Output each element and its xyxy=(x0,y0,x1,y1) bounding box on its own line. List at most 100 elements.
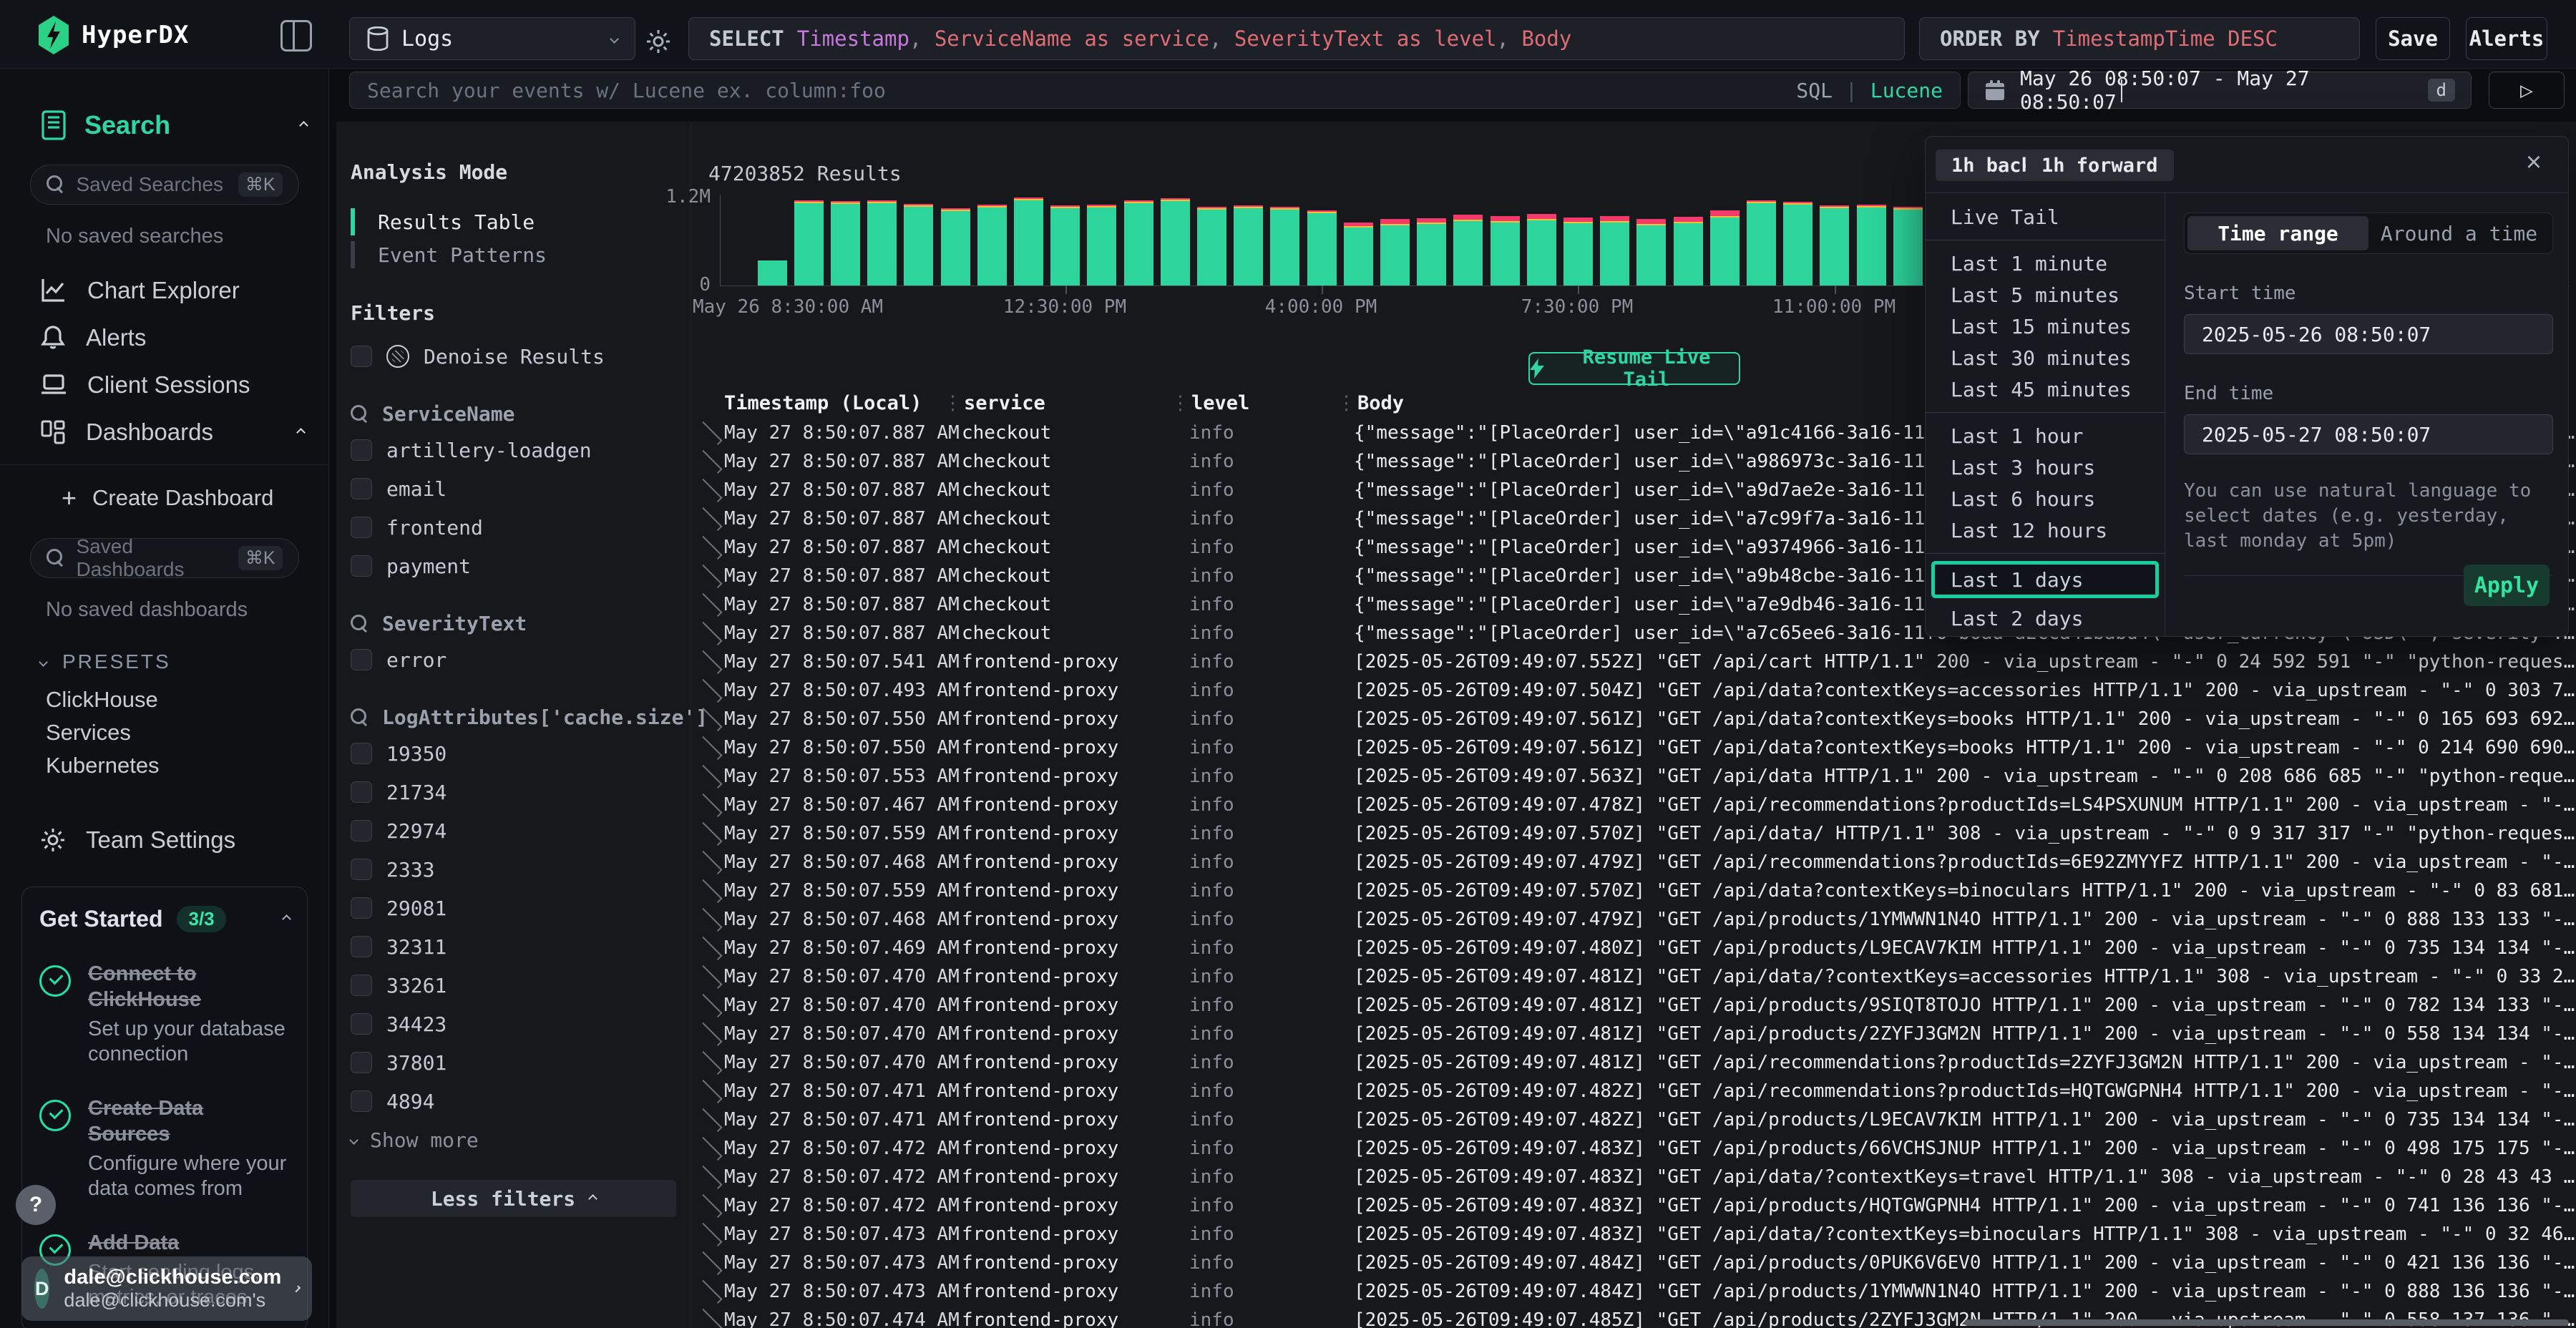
tab-time-range[interactable]: Time range xyxy=(2187,216,2368,250)
time-option-last-45-minutes[interactable]: Last 45 minutes xyxy=(1926,374,2165,405)
table-row[interactable]: May 27 8:50:07.472 AMfrontend-proxyinfo[… xyxy=(691,1163,2576,1191)
time-option-last-1-hour[interactable]: Last 1 hour xyxy=(1926,420,2165,451)
filter-value-row[interactable]: 37801 xyxy=(351,1048,676,1077)
table-row[interactable]: May 27 8:50:07.470 AMfrontend-proxyinfo[… xyxy=(691,962,2576,991)
filter-checkbox[interactable] xyxy=(351,1013,372,1035)
time-option-last-2-days[interactable]: Last 2 days xyxy=(1926,602,2165,634)
language-toggle-lucene[interactable]: Lucene xyxy=(1870,79,1943,102)
table-row[interactable]: May 27 8:50:07.473 AMfrontend-proxyinfo[… xyxy=(691,1220,2576,1249)
source-settings-gear-icon[interactable] xyxy=(645,29,671,54)
filter-value-row[interactable]: 33261 xyxy=(351,971,676,1000)
help-button[interactable]: ? xyxy=(16,1185,56,1225)
time-option-last-12-hours[interactable]: Last 12 hours xyxy=(1926,514,2165,546)
sidebar-item-client-sessions[interactable]: Client Sessions xyxy=(40,361,314,409)
filter-value-row[interactable]: 2333 xyxy=(351,855,676,884)
filter-checkbox[interactable] xyxy=(351,859,372,880)
filter-value-row[interactable]: artillery-loadgen xyxy=(351,436,676,464)
table-row[interactable]: May 27 8:50:07.559 AMfrontend-proxyinfo[… xyxy=(691,877,2576,905)
table-row[interactable]: May 27 8:50:07.470 AMfrontend-proxyinfo[… xyxy=(691,991,2576,1020)
column-drag-handle-icon[interactable]: ⋮ xyxy=(1337,392,1356,414)
table-row[interactable]: May 27 8:50:07.559 AMfrontend-proxyinfo[… xyxy=(691,819,2576,848)
filter-checkbox[interactable] xyxy=(351,478,372,499)
filter-checkbox[interactable] xyxy=(351,439,372,461)
table-row[interactable]: May 27 8:50:07.473 AMfrontend-proxyinfo[… xyxy=(691,1249,2576,1277)
time-option-live-tail[interactable]: Live Tail xyxy=(1926,201,2165,233)
show-more-button[interactable]: Show more xyxy=(351,1126,676,1154)
table-row[interactable]: May 27 8:50:07.467 AMfrontend-proxyinfo[… xyxy=(691,791,2576,819)
alerts-button[interactable]: Alerts xyxy=(2466,17,2547,60)
column-timestamp[interactable]: Timestamp (Local) xyxy=(724,392,922,414)
apply-button[interactable]: Apply xyxy=(2464,565,2550,606)
time-option-last-30-minutes[interactable]: Last 30 minutes xyxy=(1926,342,2165,374)
get-started-step-datasources[interactable]: Create Data Sources Configure where your… xyxy=(39,1095,290,1201)
table-row[interactable]: May 27 8:50:07.471 AMfrontend-proxyinfo[… xyxy=(691,1105,2576,1134)
order-by-editor[interactable]: ORDER BY TimestampTime DESC xyxy=(1919,17,2360,60)
less-filters-button[interactable]: Less filters xyxy=(351,1180,676,1217)
filter-checkbox[interactable] xyxy=(351,897,372,919)
user-account-chip[interactable]: D dale@clickhouse.com dale@clickhouse.co… xyxy=(21,1256,312,1321)
time-option-last-6-hours[interactable]: Last 6 hours xyxy=(1926,483,2165,514)
filter-value-row[interactable]: frontend xyxy=(351,513,676,542)
sql-select-editor[interactable]: SELECT Timestamp, ServiceName as service… xyxy=(688,17,1905,60)
table-row[interactable]: May 27 8:50:07.468 AMfrontend-proxyinfo[… xyxy=(691,848,2576,877)
column-level[interactable]: level xyxy=(1191,392,1249,414)
table-row[interactable]: May 27 8:50:07.541 AMfrontend-proxyinfo[… xyxy=(691,648,2576,676)
mode-event-patterns[interactable]: Event Patterns xyxy=(351,238,676,271)
sidebar-preset-clickhouse[interactable]: ClickHouse xyxy=(46,683,328,716)
table-row[interactable]: May 27 8:50:07.493 AMfrontend-proxyinfo[… xyxy=(691,676,2576,705)
tab-around-a-time[interactable]: Around a time xyxy=(2368,216,2550,250)
filter-value-row[interactable]: 21734 xyxy=(351,778,676,806)
sidebar-item-search[interactable]: Search xyxy=(42,110,307,140)
language-toggle-sql[interactable]: SQL xyxy=(1796,79,1833,102)
time-option-last-5-minutes[interactable]: Last 5 minutes xyxy=(1926,279,2165,311)
sidebar-item-dashboards[interactable]: Dashboards xyxy=(40,409,314,456)
column-drag-handle-icon[interactable]: ⋮ xyxy=(943,392,962,414)
resume-live-tail-button[interactable]: Resume Live Tail xyxy=(1528,352,1740,385)
collapse-chevron-icon[interactable] xyxy=(282,914,291,924)
mode-results-table[interactable]: Results Table xyxy=(351,205,676,238)
saved-searches-input[interactable]: Saved Searches ⌘K xyxy=(30,165,299,205)
table-row[interactable]: May 27 8:50:07.470 AMfrontend-proxyinfo[… xyxy=(691,1020,2576,1048)
one-hour-forward-button[interactable]: 1h forward xyxy=(2026,150,2174,181)
filter-value-row[interactable]: 4894 xyxy=(351,1087,676,1115)
table-row[interactable]: May 27 8:50:07.553 AMfrontend-proxyinfo[… xyxy=(691,762,2576,791)
filter-checkbox[interactable] xyxy=(351,781,372,803)
sidebar-preset-kubernetes[interactable]: Kubernetes xyxy=(46,749,328,782)
filter-checkbox[interactable] xyxy=(351,820,372,841)
table-row[interactable]: May 27 8:50:07.470 AMfrontend-proxyinfo[… xyxy=(691,1048,2576,1077)
source-select[interactable]: Logs xyxy=(349,17,635,60)
sidebar-item-alerts[interactable]: Alerts xyxy=(40,314,314,361)
filter-checkbox[interactable] xyxy=(351,555,372,577)
sidebar-toggle-icon[interactable] xyxy=(280,20,312,52)
denoise-checkbox[interactable] xyxy=(351,346,372,367)
table-row[interactable]: May 27 8:50:07.472 AMfrontend-proxyinfo[… xyxy=(691,1134,2576,1163)
filter-value-row[interactable]: 34423 xyxy=(351,1010,676,1038)
filter-value-row[interactable]: email xyxy=(351,474,676,503)
end-time-input[interactable]: 2025-05-27 08:50:07 xyxy=(2184,414,2553,454)
collapse-chevron-icon[interactable] xyxy=(299,121,308,130)
presets-section-toggle[interactable]: PRESETS xyxy=(40,650,328,673)
table-row[interactable]: May 27 8:50:07.469 AMfrontend-proxyinfo[… xyxy=(691,934,2576,962)
time-option-last-1-minute[interactable]: Last 1 minute xyxy=(1926,248,2165,279)
filter-checkbox[interactable] xyxy=(351,649,372,670)
filter-checkbox[interactable] xyxy=(351,975,372,996)
table-row[interactable]: May 27 8:50:07.471 AMfrontend-proxyinfo[… xyxy=(691,1077,2576,1105)
get-started-step-connect[interactable]: Connect to ClickHouse Set up your databa… xyxy=(39,961,290,1067)
save-button[interactable]: Save xyxy=(2376,17,2450,60)
create-dashboard-button[interactable]: + Create Dashboard xyxy=(62,478,314,518)
sidebar-preset-services[interactable]: Services xyxy=(46,716,328,749)
filter-value-row[interactable]: 19350 xyxy=(351,739,676,768)
table-row[interactable]: May 27 8:50:07.473 AMfrontend-proxyinfo[… xyxy=(691,1277,2576,1306)
column-body[interactable]: Body xyxy=(1357,392,1404,414)
time-option-last-15-minutes[interactable]: Last 15 minutes xyxy=(1926,311,2165,342)
filter-value-row[interactable]: 22974 xyxy=(351,816,676,845)
collapse-chevron-icon[interactable] xyxy=(296,428,306,437)
time-option-last-3-hours[interactable]: Last 3 hours xyxy=(1926,451,2165,483)
sidebar-item-team-settings[interactable]: Team Settings xyxy=(40,826,314,854)
start-time-input[interactable]: 2025-05-26 08:50:07 xyxy=(2184,314,2553,354)
table-row[interactable]: May 27 8:50:07.550 AMfrontend-proxyinfo[… xyxy=(691,705,2576,733)
sidebar-item-chart-explorer[interactable]: Chart Explorer xyxy=(40,267,314,314)
run-search-button[interactable]: ▷ xyxy=(2489,72,2565,109)
filter-checkbox[interactable] xyxy=(351,1052,372,1073)
table-row[interactable]: May 27 8:50:07.550 AMfrontend-proxyinfo[… xyxy=(691,733,2576,762)
